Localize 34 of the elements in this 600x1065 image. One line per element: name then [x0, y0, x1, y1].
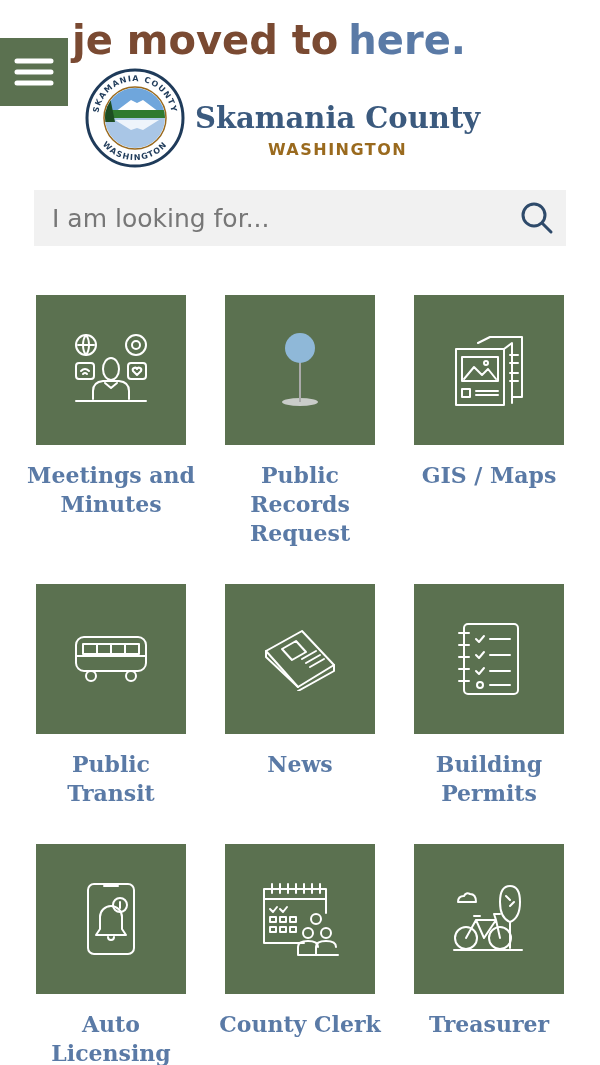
tile-background[interactable] — [225, 844, 375, 994]
search-icon — [520, 201, 554, 235]
tile-background[interactable] — [36, 584, 186, 734]
tile-label[interactable]: News — [215, 750, 385, 779]
tile-label[interactable]: Treasurer — [404, 1010, 574, 1039]
tile-label[interactable]: Building Permits — [404, 750, 574, 808]
checklist-notebook-icon — [456, 621, 522, 697]
tile-background[interactable] — [225, 295, 375, 445]
tile-background[interactable] — [414, 844, 564, 994]
tile-background[interactable] — [414, 295, 564, 445]
brochure-icon — [452, 333, 526, 407]
phone-bell-icon — [84, 881, 138, 957]
search-button[interactable] — [520, 201, 554, 235]
here-link[interactable]: here. — [348, 17, 466, 63]
tile-label[interactable]: Meetings and Minutes — [26, 461, 196, 519]
tile-label[interactable]: Public Transit — [26, 750, 196, 808]
bus-icon — [73, 634, 149, 684]
menu-icon — [14, 57, 54, 87]
tile-label[interactable]: Public Records Request — [215, 461, 385, 548]
newspaper-icon — [262, 627, 338, 691]
tile-label[interactable]: County Clerk — [215, 1010, 385, 1039]
tile-background[interactable] — [36, 295, 186, 445]
calendar-people-icon — [260, 881, 340, 957]
tile-label[interactable]: Auto Licensing — [26, 1010, 196, 1065]
site-title: Skamania County — [195, 102, 481, 135]
search-field[interactable]: I am looking for... — [34, 190, 566, 246]
tile-background[interactable] — [414, 584, 564, 734]
tile-label[interactable]: GIS / Maps — [404, 461, 574, 490]
menu-button[interactable] — [0, 38, 68, 106]
pushpin-icon — [280, 332, 320, 408]
tile-background[interactable] — [225, 584, 375, 734]
moved-notice-text: je moved to — [72, 17, 339, 63]
tile-background[interactable] — [36, 844, 186, 994]
site-subtitle: WASHINGTON — [267, 140, 408, 160]
